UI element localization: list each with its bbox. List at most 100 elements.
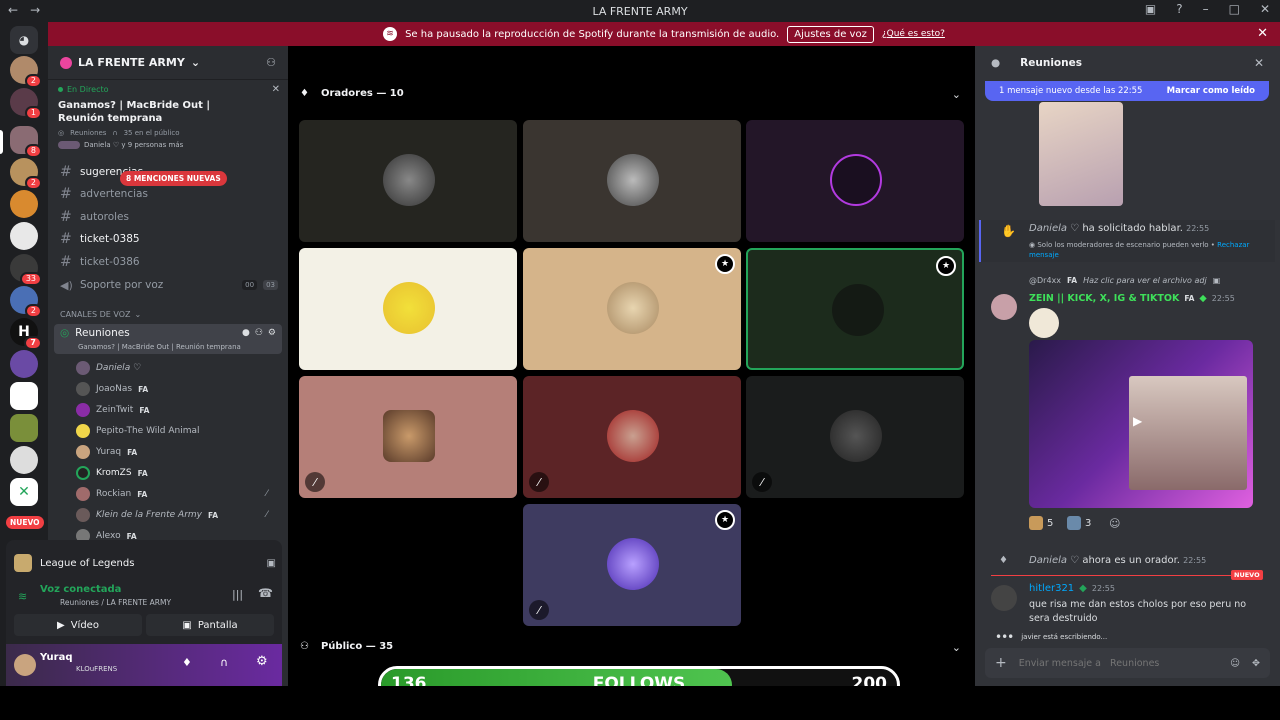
- gear-icon[interactable]: ⚙: [256, 654, 268, 669]
- reaction[interactable]: 5: [1029, 516, 1053, 530]
- voice-user[interactable]: Daniela ♡: [76, 359, 141, 377]
- banner-close-icon[interactable]: ✕: [1257, 26, 1268, 41]
- speaker-tile[interactable]: ★: [523, 248, 741, 370]
- channel-item[interactable]: # ticket-0386: [56, 252, 282, 272]
- speakers-header[interactable]: ♦ Oradores — 10: [300, 88, 404, 99]
- new-server-badge[interactable]: NUEVO: [6, 516, 44, 529]
- voice-user[interactable]: Pepito-The Wild Animal: [76, 422, 200, 440]
- add-member-icon[interactable]: ⚇: [266, 56, 276, 69]
- server-icon[interactable]: [10, 382, 38, 410]
- server-icon[interactable]: ✕: [10, 478, 38, 506]
- speaker-tile[interactable]: [299, 248, 517, 370]
- avatar[interactable]: [991, 585, 1017, 611]
- message-author[interactable]: ZEIN || KICK, X, IG & TIKTOK: [1029, 293, 1179, 304]
- noise-suppression-icon[interactable]: |||: [232, 588, 243, 601]
- headphones-icon[interactable]: ∩: [220, 656, 228, 669]
- voice-user[interactable]: ZeinTwit FA: [76, 401, 149, 419]
- voice-channel-active[interactable]: ◎ Reuniones Ganamos? | MacBride Out | Re…: [54, 324, 282, 354]
- speaker-tile[interactable]: [746, 120, 964, 242]
- add-reaction-icon[interactable]: ☺: [1109, 517, 1120, 530]
- server-icon[interactable]: 2: [10, 56, 42, 88]
- reply-preview[interactable]: @Dr4xx FA Haz clic para ver el archivo a…: [1029, 276, 1220, 285]
- audience-header[interactable]: ⚇ Público — 35: [300, 641, 393, 652]
- channel-item[interactable]: # ticket-0385: [56, 229, 282, 249]
- new-messages-bar[interactable]: 1 mensaje nuevo desde las 22:55 Marcar c…: [985, 81, 1269, 101]
- voice-user[interactable]: Yuraq FA: [76, 443, 137, 461]
- event-card[interactable]: En Directo ✕ Ganamos? | MacBride Out | R…: [58, 84, 280, 164]
- game-icon[interactable]: ▣: [267, 558, 276, 569]
- gear-icon[interactable]: ⚙: [268, 328, 276, 338]
- speaker-tile[interactable]: ★: [746, 248, 964, 370]
- server-icon[interactable]: 2: [10, 286, 42, 318]
- activity-row[interactable]: League of Legends ▣: [14, 546, 276, 580]
- close-icon[interactable]: ✕: [1260, 2, 1270, 16]
- channel-item[interactable]: # autoroles: [56, 207, 282, 227]
- speaker-tile[interactable]: ⁄: [523, 376, 741, 498]
- bottom-bar: [0, 686, 1280, 720]
- speaker-tile[interactable]: [299, 120, 517, 242]
- attachment-image[interactable]: ▶: [1029, 340, 1253, 508]
- server-icon[interactable]: [10, 446, 38, 474]
- close-icon[interactable]: ✕: [272, 84, 280, 95]
- voice-user[interactable]: Rockian FA ⁄: [76, 485, 268, 503]
- add-attachment-icon[interactable]: +: [995, 655, 1007, 671]
- inbox-icon[interactable]: ▣: [1145, 2, 1156, 16]
- reaction[interactable]: 3: [1067, 516, 1091, 530]
- video-button[interactable]: ▶ Vídeo: [14, 614, 142, 636]
- voice-channel-item[interactable]: ◀) Soporte por voz 00 03: [56, 275, 282, 295]
- server-icon[interactable]: 33: [10, 254, 42, 286]
- speaker-tile[interactable]: ⁄: [746, 376, 964, 498]
- avatar[interactable]: [14, 654, 36, 676]
- help-icon[interactable]: ?: [1176, 2, 1182, 16]
- channel-item[interactable]: # advertencias: [56, 184, 282, 204]
- server-icon[interactable]: [10, 350, 38, 378]
- hand-icon: ✋: [1001, 224, 1016, 238]
- chevron-down-icon[interactable]: ⌄: [952, 88, 961, 101]
- avatar[interactable]: [991, 294, 1017, 320]
- guild-icon: [60, 56, 72, 69]
- mark-read-button[interactable]: Marcar como leído: [1167, 86, 1255, 96]
- chat-icon[interactable]: ●: [242, 328, 250, 338]
- message-author[interactable]: Daniela ♡: [1029, 555, 1079, 566]
- attachment-image[interactable]: [1039, 102, 1123, 206]
- microphone-icon[interactable]: ♦: [182, 656, 192, 669]
- back-icon[interactable]: ←: [8, 3, 18, 17]
- screen-share-button[interactable]: ▣ Pantalla: [146, 614, 274, 636]
- discord-home-icon[interactable]: ◕: [10, 26, 38, 54]
- avatar: [76, 487, 90, 501]
- speaker-tile[interactable]: [523, 120, 741, 242]
- guild-header[interactable]: LA FRENTE ARMY ⌄ ⚇: [48, 46, 288, 80]
- apps-icon[interactable]: ✥: [1252, 658, 1260, 669]
- voice-user[interactable]: KromZS FA: [76, 464, 148, 482]
- voice-settings-button[interactable]: Ajustes de voz: [787, 25, 874, 43]
- account-name[interactable]: Yuraq: [40, 652, 72, 663]
- chevron-down-icon[interactable]: ⌄: [952, 641, 961, 654]
- what-is-this-link[interactable]: ¿Qué es esto?: [882, 29, 945, 39]
- server-icon[interactable]: 8: [10, 126, 42, 158]
- invite-icon[interactable]: ⚇: [255, 328, 263, 338]
- disconnect-icon[interactable]: ☎: [258, 586, 273, 600]
- server-icon[interactable]: 2: [10, 158, 42, 190]
- maximize-icon[interactable]: □: [1229, 2, 1240, 16]
- message-author[interactable]: Daniela ♡: [1029, 223, 1079, 234]
- speaker-tile[interactable]: ★ ⁄: [523, 504, 741, 626]
- message-input[interactable]: [1018, 657, 1219, 669]
- voice-user[interactable]: JoaoNas FA: [76, 380, 148, 398]
- server-icon[interactable]: [10, 414, 38, 442]
- server-icon[interactable]: [10, 222, 38, 250]
- server-icon[interactable]: 1: [10, 88, 42, 120]
- forward-icon[interactable]: →: [30, 3, 40, 17]
- message-author[interactable]: hitler321: [1029, 583, 1074, 594]
- emoji-icon[interactable]: ☺: [1230, 658, 1240, 669]
- voice-category[interactable]: CANALES DE VOZ ⌄: [60, 310, 141, 319]
- stage-icon: ◎: [60, 327, 70, 339]
- minimize-icon[interactable]: –: [1203, 2, 1209, 16]
- voice-status-title[interactable]: Voz conectada: [40, 584, 121, 595]
- voice-user[interactable]: Klein de la Frente Army FA ⁄: [76, 506, 268, 524]
- voice-status-sub[interactable]: Reuniones / LA FRENTE ARMY: [60, 598, 171, 607]
- play-icon[interactable]: ▶: [1133, 414, 1142, 428]
- server-icon[interactable]: H7: [10, 318, 42, 350]
- speaker-tile[interactable]: ⁄: [299, 376, 517, 498]
- server-icon[interactable]: [10, 190, 38, 218]
- close-icon[interactable]: ✕: [1254, 56, 1264, 70]
